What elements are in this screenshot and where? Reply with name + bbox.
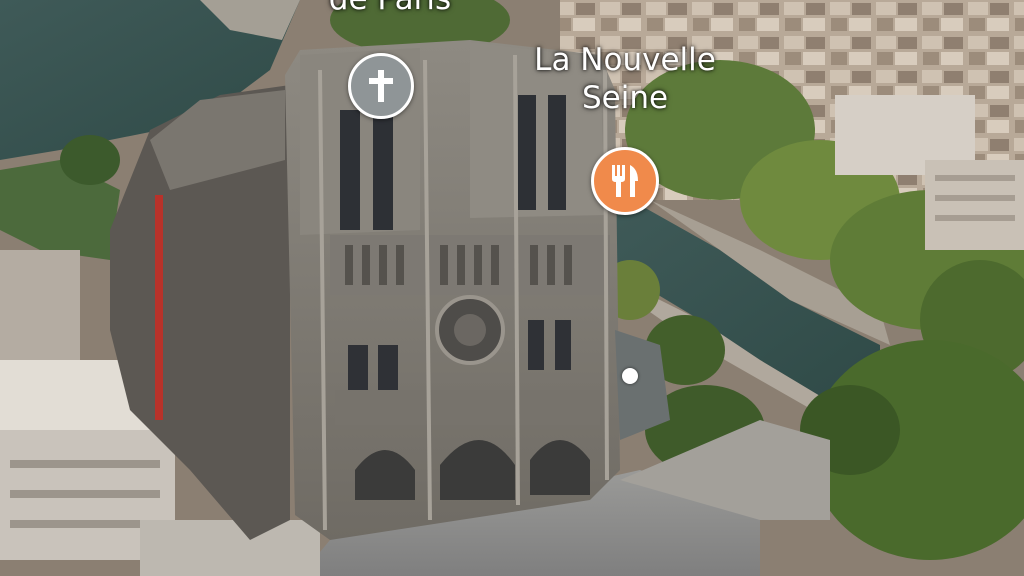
fork-knife-icon (612, 165, 638, 197)
location-dot-icon[interactable] (622, 368, 638, 384)
building-left-mid (0, 250, 80, 360)
cross-icon (369, 70, 393, 102)
building-right-2 (925, 160, 1024, 250)
church-pin[interactable] (348, 53, 414, 119)
restaurant-label[interactable]: La Nouvelle Seine (500, 41, 750, 117)
restaurant-label-line1: La Nouvelle (534, 42, 716, 78)
restaurant-pin[interactable] (591, 147, 659, 215)
restaurant-label-line2: Seine (581, 80, 669, 116)
place-label-top-cut[interactable]: de Paris (300, 0, 480, 18)
crane (155, 195, 163, 420)
